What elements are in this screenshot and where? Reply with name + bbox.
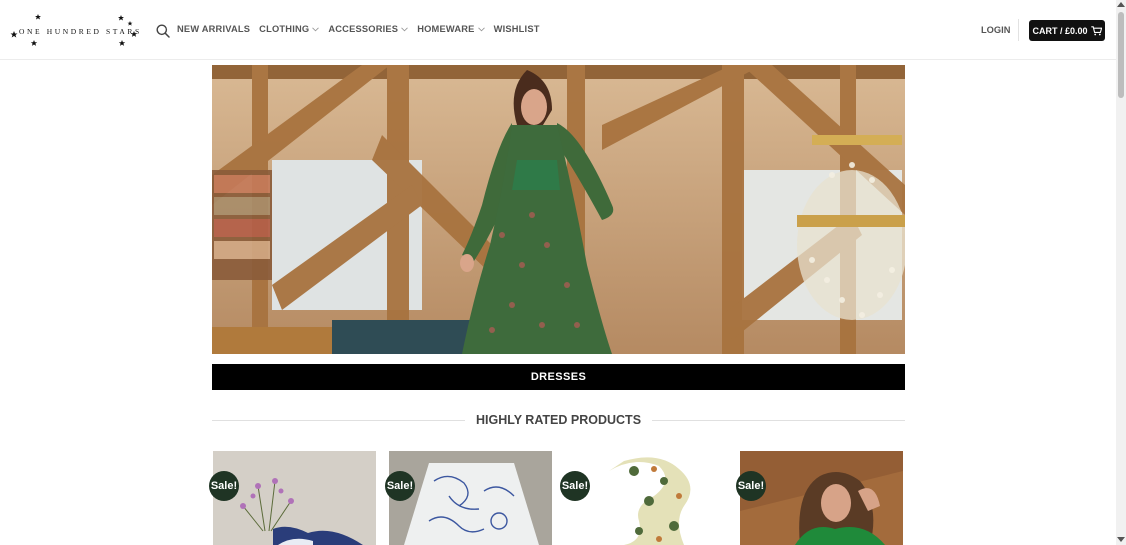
nav-label: CLOTHING: [259, 24, 310, 34]
hero-photo: [212, 65, 905, 354]
product-image-model-green-scarf: [740, 451, 903, 545]
site-logo[interactable]: ONE HUNDRED STARS: [8, 12, 140, 50]
sale-badge: Sale!: [560, 471, 590, 501]
title-divider-left: [212, 419, 465, 421]
nav-label: HOMEWARE: [417, 24, 475, 34]
scroll-down-arrow-icon[interactable]: [1117, 537, 1125, 542]
cart-icon: [1090, 25, 1102, 35]
dresses-category-button[interactable]: DRESSES: [212, 364, 905, 390]
hero-banner-image[interactable]: [212, 65, 905, 354]
section-title: HIGHLY RATED PRODUCTS: [475, 413, 642, 427]
main-nav: NEW ARRIVALS CLOTHING ACCESSORIES HOMEWA…: [177, 24, 540, 34]
nav-homeware[interactable]: HOMEWARE: [417, 24, 485, 34]
nav-label: ACCESSORIES: [328, 24, 399, 34]
chevron-down-icon: [477, 26, 485, 31]
product-card-2[interactable]: [389, 451, 552, 545]
chevron-down-icon: [312, 26, 320, 31]
nav-wishlist[interactable]: WISHLIST: [494, 24, 540, 34]
product-card-4[interactable]: [740, 451, 903, 545]
product-card-1[interactable]: [213, 451, 376, 545]
scroll-up-arrow-icon[interactable]: [1117, 2, 1125, 7]
product-card-3[interactable]: [564, 451, 727, 545]
scrollbar-thumb[interactable]: [1118, 12, 1124, 98]
title-divider-right: [652, 419, 906, 421]
product-image-flower-vase: [213, 451, 376, 545]
search-icon[interactable]: [156, 24, 170, 38]
sale-badge: Sale!: [209, 471, 239, 501]
sale-badge: Sale!: [385, 471, 415, 501]
header-divider: [1018, 19, 1019, 41]
nav-clothing[interactable]: CLOTHING: [259, 24, 320, 34]
highly-rated-section-header: HIGHLY RATED PRODUCTS: [212, 410, 906, 430]
nav-label: WISHLIST: [493, 24, 540, 34]
product-image-scarf: [564, 451, 727, 545]
nav-new-arrivals[interactable]: NEW ARRIVALS: [177, 24, 250, 34]
chevron-down-icon: [401, 26, 409, 31]
login-link[interactable]: LOGIN: [981, 25, 1010, 35]
logo-text: ONE HUNDRED STARS: [19, 27, 142, 36]
product-image-lampshade: [389, 451, 552, 545]
nav-accessories[interactable]: ACCESSORIES: [328, 24, 409, 34]
cart-label: CART / £0.00: [1032, 25, 1088, 36]
site-header: ONE HUNDRED STARS NEW ARRIVALS CLOTHING …: [0, 0, 1116, 60]
cart-button[interactable]: CART / £0.00: [1029, 20, 1105, 41]
sale-badge: Sale!: [736, 471, 766, 501]
nav-label: NEW ARRIVALS: [177, 24, 251, 34]
